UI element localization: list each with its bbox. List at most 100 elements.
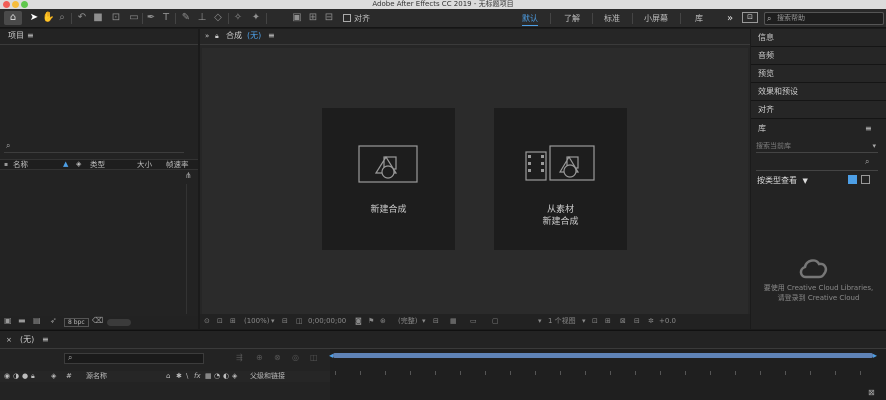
type-tool-icon[interactable]: T <box>160 11 172 25</box>
grid-view-icon[interactable] <box>848 175 857 184</box>
new-composition-icon[interactable]: ▤ <box>33 316 41 325</box>
comp-button-icon[interactable]: ⇶ <box>236 353 243 362</box>
work-area-end-handle[interactable]: ▸ <box>873 351 877 360</box>
home-icon[interactable]: ⌂ <box>4 11 22 25</box>
dropdown-arrow-icon[interactable]: ▾ <box>422 314 426 329</box>
dropdown-arrow-icon[interactable]: ▾ <box>271 314 275 329</box>
close-tab-icon[interactable]: × <box>6 333 12 347</box>
hand-tool-icon[interactable]: ✋ <box>42 11 54 25</box>
world-axis-icon[interactable]: ⊞ <box>306 11 320 25</box>
transparency-grid-icon[interactable]: ▦ <box>450 314 457 329</box>
channel-icon[interactable]: ⊛ <box>380 314 386 329</box>
new-folder-icon[interactable]: ▬ <box>18 316 26 325</box>
flowchart-icon[interactable]: ⋔ <box>185 171 192 180</box>
3d-renderer-icon[interactable]: ▭ <box>470 314 477 329</box>
align-panel-tab[interactable]: 对齐 <box>751 101 886 119</box>
reset-exposure-icon[interactable]: ⊞ <box>605 314 611 329</box>
libraries-menu-icon[interactable]: ≡ <box>865 122 872 136</box>
new-composition-card[interactable]: 新建合成 <box>322 108 455 250</box>
workspace-learn[interactable]: 了解 <box>564 9 580 28</box>
view-by-type-dropdown[interactable]: 按类型查看 ▼ <box>757 175 808 186</box>
timeline-icon[interactable]: ⊟ <box>634 314 640 329</box>
column-frame-rate[interactable]: 帧速率 <box>166 159 189 170</box>
hide-shy-layers-icon[interactable]: ⊗ <box>274 353 281 362</box>
zoom-level[interactable]: (100%) <box>244 314 269 329</box>
work-area-start-handle[interactable]: ◂ <box>329 351 333 360</box>
timeline-tab-name[interactable]: (无) <box>20 333 34 347</box>
resolution-dropdown[interactable]: (完整) <box>398 314 417 329</box>
exposure-icon[interactable]: ✲ <box>648 314 654 329</box>
frame-blend-switch-icon[interactable]: ▦ <box>205 371 212 382</box>
info-panel-tab[interactable]: 信息 <box>751 29 886 47</box>
view-layout-icon[interactable]: ▾ <box>538 314 542 329</box>
region-of-interest-icon[interactable]: ⊡ <box>217 314 223 329</box>
quality-switch-icon[interactable]: \ <box>186 371 188 382</box>
work-area-bar[interactable] <box>333 353 873 358</box>
trash-icon[interactable]: ⌫ <box>92 316 103 325</box>
local-axis-icon[interactable]: ▣ <box>290 11 304 25</box>
collapse-switch-icon[interactable]: ✱ <box>176 371 182 382</box>
graph-editor-icon[interactable]: ◫ <box>310 353 318 362</box>
dropdown-arrow-icon[interactable]: ▾ <box>582 314 586 329</box>
frame-blending-icon[interactable]: ◎ <box>292 353 299 362</box>
panel-collapse-icon[interactable]: » <box>205 29 209 43</box>
puppet-pin-tool-icon[interactable]: ✦ <box>250 11 262 25</box>
composition-tab-name[interactable]: (无) <box>247 29 261 43</box>
eraser-tool-icon[interactable]: ◇ <box>212 11 224 25</box>
clone-stamp-tool-icon[interactable]: ⊥ <box>196 11 208 25</box>
audio-panel-tab[interactable]: 音频 <box>751 47 886 65</box>
library-search-input[interactable]: ⌕ <box>756 157 878 171</box>
effects-switch-icon[interactable]: fx <box>194 371 201 382</box>
label-icon[interactable]: ◈ <box>51 371 56 382</box>
solo-switch-icon[interactable]: ● <box>22 371 28 382</box>
adjust-project-settings-icon[interactable]: ➶ <box>50 316 57 325</box>
show-snapshot-icon[interactable]: ⚑ <box>368 314 374 329</box>
label-color-column-icon[interactable]: ▪ <box>4 159 8 170</box>
always-preview-icon[interactable]: ⊙ <box>204 314 210 329</box>
pen-tool-icon[interactable]: ✒ <box>145 11 157 25</box>
roto-brush-tool-icon[interactable]: ✧ <box>232 11 244 25</box>
views-dropdown[interactable]: 1 个视图 <box>548 314 576 329</box>
library-select[interactable]: 搜索当前库 ▾ <box>756 140 878 153</box>
parent-link-column[interactable]: 父级和链接 <box>250 371 285 382</box>
3d-view-icon[interactable]: ⊞ <box>230 314 236 329</box>
lock-switch-icon[interactable]: 🔒︎ <box>31 371 35 382</box>
project-panel-title[interactable]: 项目 <box>8 29 24 43</box>
brush-tool-icon[interactable]: ✎ <box>180 11 192 25</box>
more-workspaces-button[interactable]: » <box>727 9 733 28</box>
new-comp-from-footage-card[interactable]: 从素材 新建合成 <box>494 108 627 250</box>
shy-switch-icon[interactable]: ⌂ <box>166 371 170 382</box>
composition-tab-title[interactable]: 合成 <box>226 29 242 43</box>
composition-viewer[interactable] <box>202 48 748 314</box>
video-switch-icon[interactable]: ◉ <box>4 371 10 382</box>
bit-depth-button[interactable]: 8 bpc <box>64 318 89 327</box>
search-help-input[interactable]: ⌕ 搜索帮助 <box>764 12 884 25</box>
column-name[interactable]: 名称 <box>13 159 28 170</box>
thumbnail-slider[interactable] <box>107 319 131 326</box>
mask-tool-icon[interactable]: ▭ <box>128 11 140 25</box>
safe-margins-icon[interactable]: ⊟ <box>282 314 288 329</box>
list-view-icon[interactable] <box>861 175 870 184</box>
current-timecode[interactable]: 0;00;00;00 <box>308 314 346 329</box>
workspace-small-screen[interactable]: 小屏幕 <box>644 9 668 28</box>
workspace-default[interactable]: 默认 <box>522 9 538 28</box>
column-type[interactable]: 类型 <box>90 159 105 170</box>
draft-3d-icon[interactable]: ⊕ <box>256 353 263 362</box>
snapshot-icon[interactable]: ◙ <box>355 314 362 329</box>
project-panel-menu-icon[interactable]: ≡ <box>27 29 34 43</box>
motion-blur-switch-icon[interactable]: ◔ <box>214 371 220 382</box>
timeline-search-input[interactable]: ⌕ <box>64 353 204 364</box>
timeline-navigator-icon[interactable]: ⊠ <box>868 388 875 397</box>
3d-layer-switch-icon[interactable]: ◈ <box>232 371 237 382</box>
pan-behind-tool-icon[interactable]: ⊡ <box>110 11 122 25</box>
timeline-menu-icon[interactable]: ≡ <box>42 333 49 347</box>
project-search-input[interactable]: ⌕ <box>4 141 184 153</box>
flowchart-icon[interactable]: ⊠ <box>620 314 626 329</box>
workspace-libraries[interactable]: 库 <box>695 9 703 28</box>
workspace-standard[interactable]: 标准 <box>604 9 620 28</box>
interpret-footage-icon[interactable]: ▣ <box>4 316 12 325</box>
lock-icon[interactable]: 🔒︎ <box>215 29 219 43</box>
align-checkbox[interactable] <box>343 14 351 22</box>
tag-icon[interactable]: ◈ <box>76 159 81 170</box>
mask-visibility-icon[interactable]: ◫ <box>296 314 303 329</box>
